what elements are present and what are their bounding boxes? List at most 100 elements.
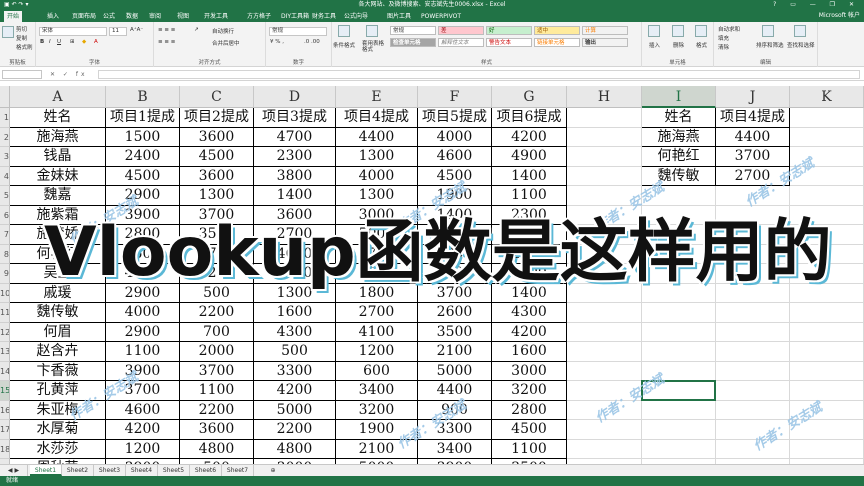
font-size-select[interactable]: 11 (109, 27, 127, 36)
format-cells-icon[interactable] (695, 25, 707, 37)
cell[interactable] (567, 322, 642, 342)
tab-10[interactable]: 财务工具 (309, 11, 339, 22)
tab-4[interactable]: 数据 (123, 11, 141, 22)
cell[interactable]: 1300 (180, 186, 254, 206)
cell[interactable]: 4100 (336, 322, 418, 342)
cell[interactable]: 水莎莎 (10, 439, 106, 459)
autosum-button[interactable]: 自动求和 (718, 25, 740, 33)
cell[interactable]: 4600 (418, 147, 492, 167)
cell[interactable]: 1200 (106, 439, 180, 459)
cell[interactable]: 4500 (180, 147, 254, 167)
row-header-10[interactable]: 10 (0, 283, 10, 303)
cell[interactable]: 1400 (254, 186, 336, 206)
cell[interactable]: 3700 (180, 361, 254, 381)
cell[interactable] (642, 322, 716, 342)
cell[interactable]: 3400 (336, 381, 418, 401)
cell[interactable] (642, 303, 716, 323)
cell[interactable]: 1200 (336, 342, 418, 362)
cell[interactable] (642, 420, 716, 440)
row-header-7[interactable]: 7 (0, 225, 10, 245)
add-sheet-icon[interactable]: ⊕ (266, 465, 280, 476)
cell[interactable] (790, 439, 864, 459)
cell[interactable]: 4300 (492, 303, 567, 323)
cell[interactable]: 项目5提成 (418, 108, 492, 128)
border-icon[interactable]: ⊞ (70, 39, 75, 45)
cell[interactable]: 500 (254, 342, 336, 362)
style-check-cell[interactable]: 检查单元格 (390, 38, 436, 47)
cell[interactable]: 4800 (180, 439, 254, 459)
cell[interactable]: 1300 (336, 147, 418, 167)
find-select-button[interactable]: 查找和选择 (787, 41, 815, 49)
format-cells-button[interactable]: 格式 (696, 41, 707, 49)
tab-0[interactable]: 开始 (4, 11, 23, 22)
sort-filter-button[interactable]: 排序和筛选 (756, 41, 784, 49)
sheet-tab-sheet3[interactable]: Sheet3 (94, 465, 126, 476)
decimal-icon[interactable]: .0 .00 (304, 39, 320, 45)
cell[interactable]: 4800 (254, 439, 336, 459)
cell[interactable] (716, 303, 790, 323)
cell[interactable]: 项目4提成 (336, 108, 418, 128)
cell[interactable]: 4700 (254, 127, 336, 147)
row-header-14[interactable]: 14 (0, 361, 10, 381)
number-format-select[interactable]: 常规 (269, 27, 327, 36)
cell[interactable]: 金妹妹 (10, 166, 106, 186)
row-header-11[interactable]: 11 (0, 303, 10, 323)
cell[interactable]: 5000 (418, 361, 492, 381)
cell[interactable]: 2800 (492, 400, 567, 420)
cell[interactable]: 4200 (492, 127, 567, 147)
cell[interactable]: 1600 (254, 303, 336, 323)
cell[interactable]: 1100 (180, 381, 254, 401)
font-grow-icon[interactable]: A⁺A⁻ (130, 27, 143, 33)
cell[interactable]: 钱晶 (10, 147, 106, 167)
tab-8[interactable]: 方方格子 (244, 11, 274, 22)
cell[interactable]: 项目1提成 (106, 108, 180, 128)
formula-buttons[interactable]: ✕ ✓ fx (50, 69, 88, 80)
name-box[interactable] (2, 70, 42, 79)
cell[interactable] (790, 186, 864, 206)
row-header-9[interactable]: 9 (0, 264, 10, 284)
cell[interactable]: 3400 (418, 439, 492, 459)
column-header-I[interactable]: I (642, 86, 716, 108)
conditional-format-button[interactable]: 条件格式 (333, 41, 355, 49)
cell[interactable]: 4300 (254, 322, 336, 342)
find-select-icon[interactable] (794, 25, 806, 37)
cell[interactable]: 2700 (336, 303, 418, 323)
window-controls[interactable]: ? ▭ — ❐ ✕ (773, 0, 860, 10)
cell[interactable]: 3800 (254, 166, 336, 186)
style-bad[interactable]: 差 (438, 26, 484, 35)
tab-6[interactable]: 视图 (174, 11, 192, 22)
cell[interactable]: 姓名 (642, 108, 716, 128)
cell[interactable]: 1500 (106, 127, 180, 147)
italic-icon[interactable]: I (49, 39, 51, 45)
cell[interactable]: 项目6提成 (492, 108, 567, 128)
cell[interactable] (567, 342, 642, 362)
account-link[interactable]: Microsoft 帐户 (819, 10, 860, 22)
cell[interactable]: 2900 (106, 322, 180, 342)
cell[interactable] (567, 166, 642, 186)
column-header-F[interactable]: F (418, 86, 492, 108)
cell[interactable]: 1100 (492, 439, 567, 459)
cell[interactable]: 4900 (492, 147, 567, 167)
cell[interactable] (716, 381, 790, 401)
underline-icon[interactable]: U (57, 39, 61, 45)
cell[interactable] (567, 439, 642, 459)
cell[interactable]: 4200 (492, 322, 567, 342)
cell[interactable]: 2200 (180, 303, 254, 323)
cell[interactable]: 3300 (254, 361, 336, 381)
cell[interactable]: 3500 (418, 322, 492, 342)
cell[interactable]: 何艳红 (642, 147, 716, 167)
align-left-icons[interactable]: ≡ ≡ ≡ (158, 39, 175, 45)
cell[interactable]: 4200 (254, 381, 336, 401)
select-all-corner[interactable] (0, 86, 10, 108)
cell[interactable]: 2100 (418, 342, 492, 362)
cell[interactable]: 5000 (254, 400, 336, 420)
sheet-tab-sheet7[interactable]: Sheet7 (222, 465, 254, 476)
cell[interactable]: 2200 (180, 400, 254, 420)
row-header-4[interactable]: 4 (0, 166, 10, 186)
cell[interactable]: 项目2提成 (180, 108, 254, 128)
row-header-17[interactable]: 17 (0, 420, 10, 440)
paste-icon[interactable] (2, 26, 14, 38)
row-header-13[interactable]: 13 (0, 342, 10, 362)
cell[interactable]: 2300 (254, 147, 336, 167)
cell[interactable]: 700 (180, 322, 254, 342)
